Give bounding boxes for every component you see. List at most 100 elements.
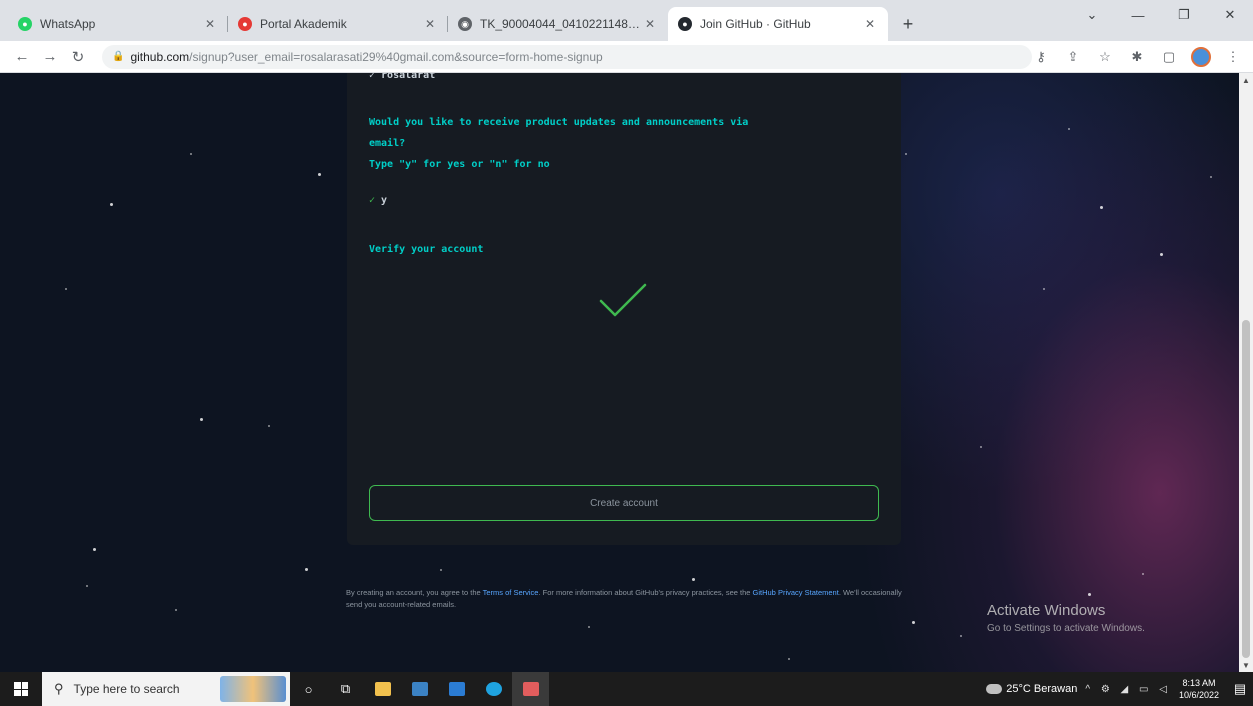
star xyxy=(93,548,96,551)
question-line-1: Would you like to receive product update… xyxy=(369,117,749,128)
chrome-app-icon[interactable] xyxy=(512,672,549,706)
portal-icon: ● xyxy=(238,17,252,31)
file-explorer-icon[interactable] xyxy=(364,672,401,706)
page-viewport: ✓ rosalarat Would you like to receive pr… xyxy=(0,73,1253,672)
windows-taskbar: ⚲ Type here to search ○ ⧉ 25°C Berawan ^… xyxy=(0,672,1253,706)
check-mark: ✓ xyxy=(369,195,376,206)
watermark-title: Activate Windows xyxy=(987,602,1106,619)
scroll-down-icon[interactable]: ▼ xyxy=(1239,658,1253,672)
answer-value: y xyxy=(381,195,388,206)
tab-document[interactable]: ◉ TK_90004044_041022114828 (1... ✕ xyxy=(448,7,668,41)
scrollbar-thumb[interactable] xyxy=(1242,320,1250,658)
system-tray: 25°C Berawan ^ ⚙ ◢ ▭ ◁ 8:13 AM 10/6/2022… xyxy=(986,672,1253,706)
task-view-icon[interactable]: ⧉ xyxy=(327,672,364,706)
star xyxy=(788,658,790,660)
star xyxy=(190,153,192,155)
search-placeholder: Type here to search xyxy=(73,682,180,696)
calendar-app-icon[interactable] xyxy=(401,672,438,706)
star xyxy=(905,153,907,155)
tab-portal-akademik[interactable]: ● Portal Akademik ✕ xyxy=(228,7,448,41)
watermark-subtitle: Go to Settings to activate Windows. xyxy=(987,623,1145,634)
scroll-up-icon[interactable]: ▲ xyxy=(1239,73,1253,87)
browser-tab-strip: ● WhatsApp ✕ ● Portal Akademik ✕ ◉ TK_90… xyxy=(0,0,1253,41)
start-button[interactable] xyxy=(0,672,42,706)
star xyxy=(1100,206,1103,209)
edge-browser-icon[interactable] xyxy=(475,672,512,706)
tab-github-signup[interactable]: ● Join GitHub · GitHub ✕ xyxy=(668,7,888,41)
forward-icon[interactable]: → xyxy=(36,48,64,65)
tray-icons[interactable]: ^ ⚙ ◢ ▭ ◁ xyxy=(1085,684,1171,695)
star xyxy=(65,288,67,290)
clock-time: 8:13 AM xyxy=(1182,678,1216,688)
close-window-icon[interactable]: ✕ xyxy=(1207,0,1253,30)
notification-icon[interactable]: ▤ xyxy=(1227,681,1253,697)
star xyxy=(318,173,321,176)
star xyxy=(588,626,590,628)
store-icon[interactable] xyxy=(438,672,475,706)
cloud-icon xyxy=(986,684,1003,694)
star xyxy=(960,635,962,637)
url-host: github.com xyxy=(130,49,190,64)
key-icon[interactable]: ⚷ xyxy=(1027,45,1055,69)
windows-logo-icon xyxy=(14,682,28,696)
side-panel-icon[interactable]: ▢ xyxy=(1155,45,1183,69)
tab-search-icon[interactable]: ⌄ xyxy=(1069,0,1115,30)
legal-text: By creating an account, you agree to the xyxy=(346,588,483,597)
back-icon[interactable]: ← xyxy=(8,48,36,65)
legal-notice: By creating an account, you agree to the… xyxy=(346,587,906,611)
maximize-icon[interactable]: ❐ xyxy=(1161,0,1207,30)
star xyxy=(175,609,177,611)
whatsapp-icon: ● xyxy=(18,17,32,31)
search-highlight-image xyxy=(220,676,286,702)
reload-icon[interactable]: ↻ xyxy=(64,48,92,66)
star xyxy=(1210,176,1212,178)
signup-terminal-card: ✓ rosalarat Would you like to receive pr… xyxy=(347,73,901,545)
tab-title: WhatsApp xyxy=(40,17,96,31)
tab-whatsapp[interactable]: ● WhatsApp ✕ xyxy=(8,7,228,41)
weather-widget[interactable]: 25°C Berawan xyxy=(986,683,1077,695)
profile-avatar[interactable] xyxy=(1187,45,1215,69)
privacy-statement-link[interactable]: GitHub Privacy Statement xyxy=(753,588,839,597)
close-icon[interactable]: ✕ xyxy=(862,17,878,31)
star xyxy=(1142,573,1144,575)
extensions-icon[interactable]: ✱ xyxy=(1123,45,1151,69)
star xyxy=(980,446,982,448)
star xyxy=(86,585,88,587)
terms-of-service-link[interactable]: Terms of Service xyxy=(483,588,539,597)
close-icon[interactable]: ✕ xyxy=(422,17,438,31)
github-icon: ● xyxy=(678,17,692,31)
verified-check-icon xyxy=(599,283,647,317)
email-preference-question: Would you like to receive product update… xyxy=(369,112,889,175)
lock-icon[interactable]: 🔒 xyxy=(112,51,124,62)
taskbar-search-box[interactable]: ⚲ Type here to search xyxy=(42,672,290,706)
activate-windows-watermark: Activate Windows Go to Settings to activ… xyxy=(987,602,1145,634)
star xyxy=(1088,593,1091,596)
create-account-button[interactable]: Create account xyxy=(369,485,879,521)
search-icon: ⚲ xyxy=(54,681,64,696)
share-icon[interactable]: ⇪ xyxy=(1059,45,1087,69)
weather-text: 25°C Berawan xyxy=(1006,683,1078,695)
new-tab-button[interactable]: + xyxy=(894,10,922,38)
star xyxy=(305,568,308,571)
url-bar[interactable]: 🔒 github.com /signup?user_email=rosalara… xyxy=(102,44,1032,69)
tab-title: Join GitHub · GitHub xyxy=(700,17,811,31)
star xyxy=(1043,288,1045,290)
legal-text: . For more information about GitHub's pr… xyxy=(538,588,753,597)
window-controls: ⌄ — ❐ ✕ xyxy=(1069,0,1253,30)
address-toolbar: ← → ↻ 🔒 github.com /signup?user_email=ro… xyxy=(0,41,1253,73)
star xyxy=(1160,253,1163,256)
star xyxy=(200,418,203,421)
chrome-icon: ◉ xyxy=(458,17,472,31)
close-icon[interactable]: ✕ xyxy=(202,17,218,31)
menu-icon[interactable]: ⋮ xyxy=(1219,45,1247,69)
star xyxy=(692,578,695,581)
url-path: /signup?user_email=rosalarasati29%40gmai… xyxy=(189,49,603,64)
close-icon[interactable]: ✕ xyxy=(642,17,658,31)
bookmark-star-icon[interactable]: ☆ xyxy=(1091,45,1119,69)
clock-date: 10/6/2022 xyxy=(1178,690,1219,700)
cortana-icon[interactable]: ○ xyxy=(290,672,327,706)
clock[interactable]: 8:13 AM 10/6/2022 xyxy=(1179,677,1219,701)
page-scrollbar[interactable]: ▲ ▼ xyxy=(1239,73,1253,672)
minimize-icon[interactable]: — xyxy=(1115,0,1161,30)
question-hint: Type "y" for yes or "n" for no xyxy=(369,159,550,170)
